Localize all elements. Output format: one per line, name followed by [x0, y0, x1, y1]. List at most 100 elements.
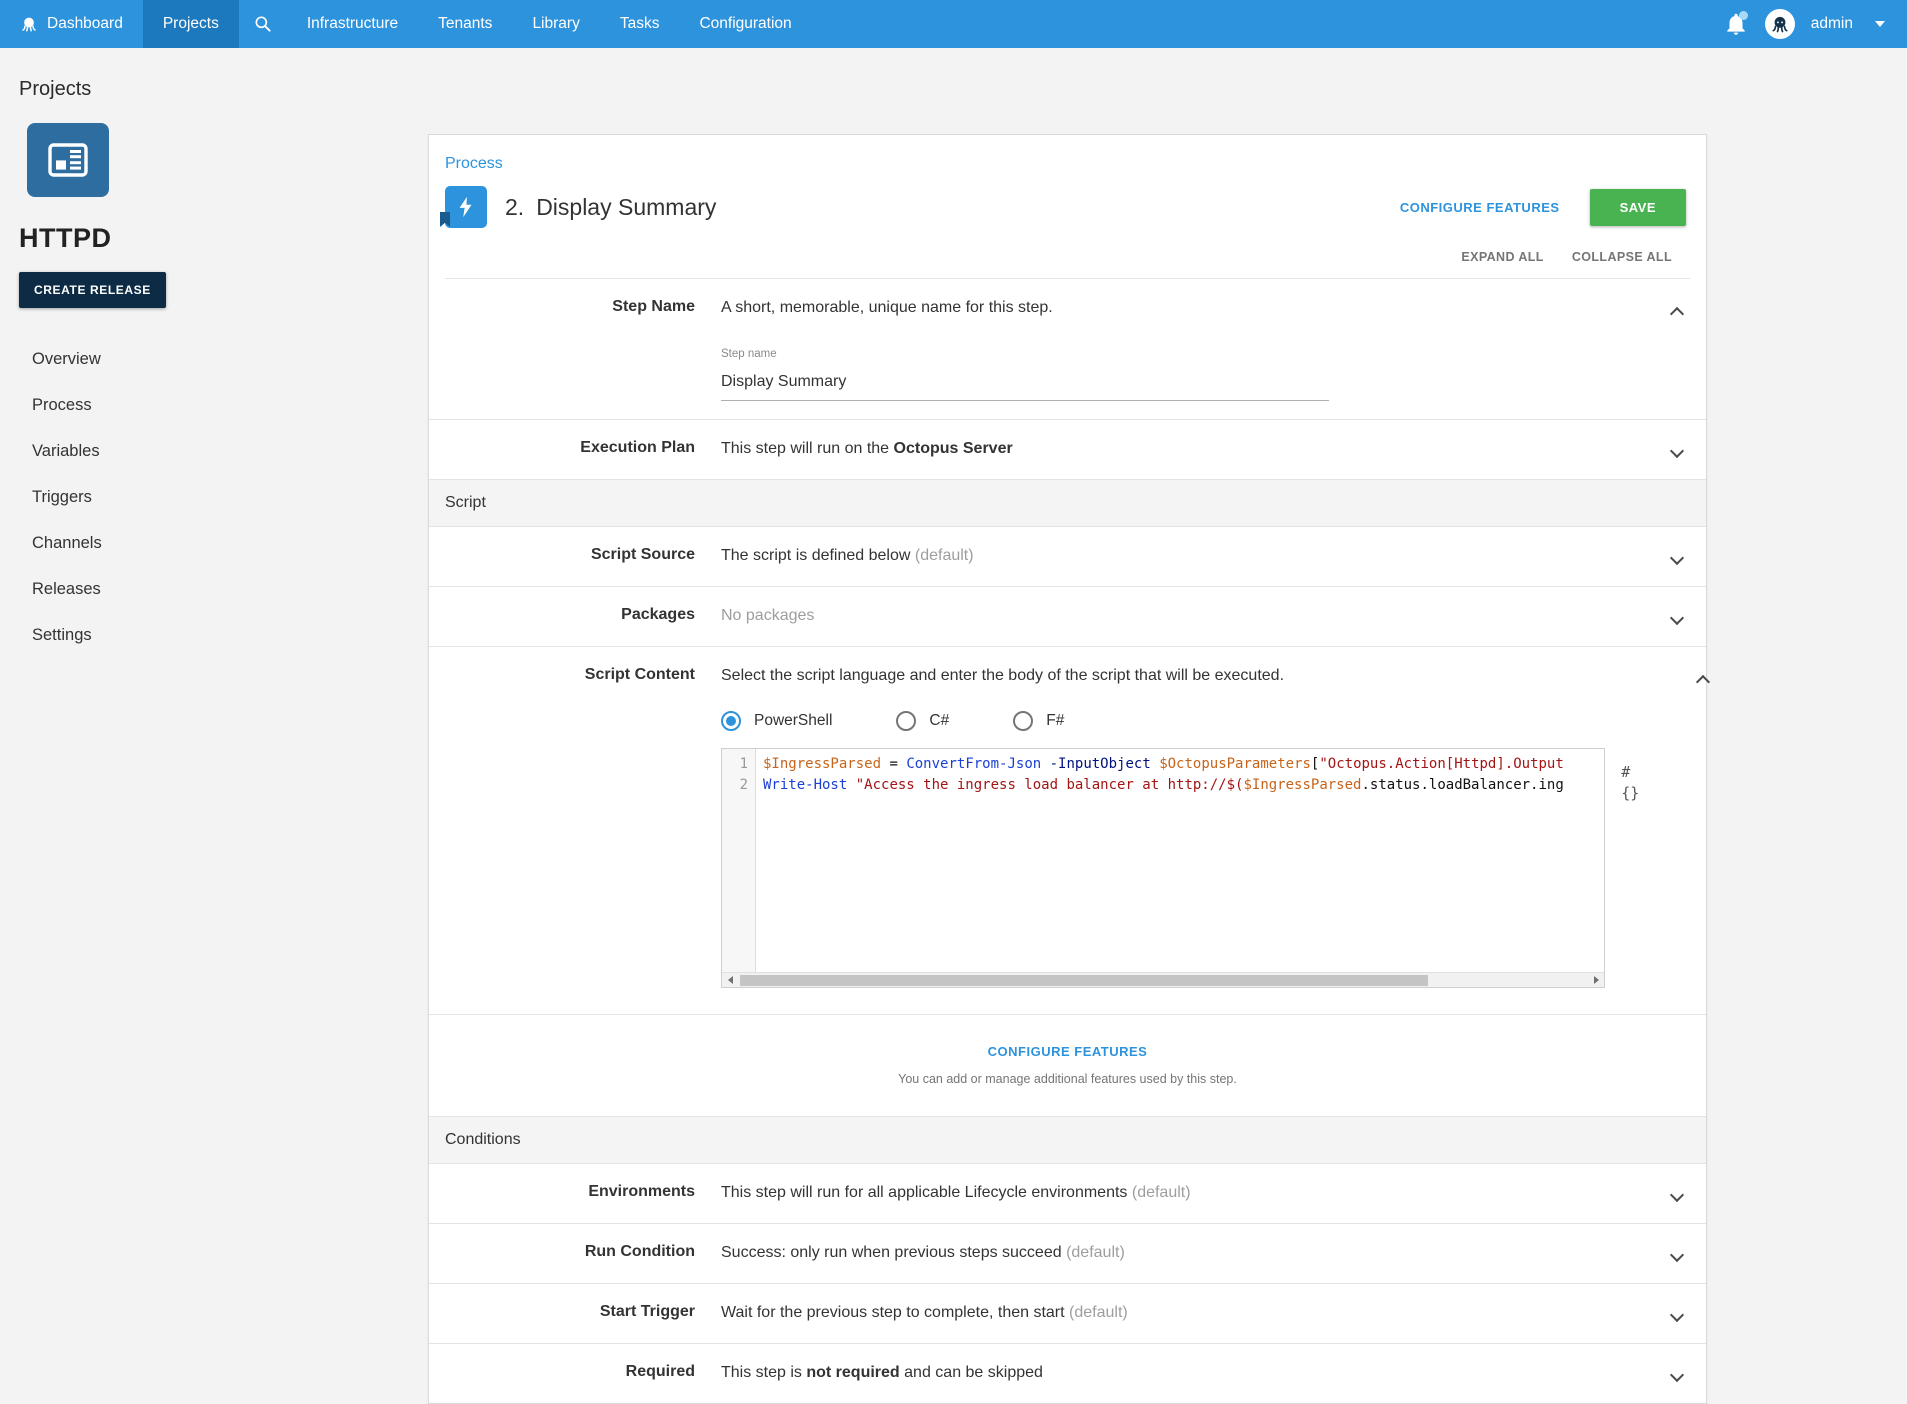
octopus-avatar-icon: [1772, 16, 1788, 33]
packages-expand-chevron-icon[interactable]: [1669, 605, 1685, 628]
sidebar-item-process[interactable]: Process: [19, 386, 428, 425]
start-trigger-desc: Wait for the previous step to complete, …: [721, 1304, 1128, 1321]
user-avatar[interactable]: [1764, 9, 1795, 39]
step-number: 2.: [505, 193, 525, 220]
start-trigger-row[interactable]: Start Trigger Wait for the previous step…: [429, 1284, 1706, 1344]
script-source-desc: The script is defined below (default): [721, 547, 974, 564]
code-area[interactable]: $IngressParsed = ConvertFrom-Json -Input…: [756, 749, 1604, 987]
collapse-all-button[interactable]: COLLAPSE ALL: [1572, 250, 1672, 264]
user-menu-caret-icon[interactable]: [1875, 21, 1885, 27]
environments-row[interactable]: Environments This step will run for all …: [429, 1164, 1706, 1224]
step-name-collapse-chevron-icon[interactable]: [1669, 297, 1685, 324]
radio-button-icon[interactable]: [721, 710, 741, 731]
expand-all-button[interactable]: EXPAND ALL: [1461, 250, 1543, 264]
configure-features-button[interactable]: CONFIGURE FEATURES: [1400, 200, 1560, 215]
step-name-desc: A short, memorable, unique name for this…: [721, 299, 1053, 316]
step-title: Display Summary: [536, 193, 717, 220]
environments-expand-chevron-icon[interactable]: [1669, 1182, 1685, 1205]
script-content-label: Script Content: [584, 666, 695, 683]
script-code-editor[interactable]: 12 $IngressParsed = ConvertFrom-Json -In…: [721, 748, 1606, 988]
run-condition-expand-chevron-icon[interactable]: [1669, 1242, 1685, 1265]
packages-row[interactable]: Packages No packages: [429, 587, 1706, 647]
required-expand-chevron-icon[interactable]: [1669, 1362, 1685, 1385]
radio-button-icon[interactable]: [896, 710, 917, 731]
card-header: Process 2. Display Summary CONFIGURE FEA…: [429, 135, 1706, 279]
step-icon-ribbon: [440, 212, 450, 227]
step-type-icon: [440, 186, 487, 228]
nav-item-label: Library: [532, 15, 580, 32]
conditions-section-header: Conditions: [429, 1117, 1706, 1164]
create-release-button[interactable]: CREATE RELEASE: [19, 272, 166, 308]
language-radio-fsharp[interactable]: F#: [1013, 710, 1064, 731]
save-button[interactable]: SAVE: [1589, 188, 1686, 226]
sidebar-nav: Overview Process Variables Triggers Channels…: [19, 340, 428, 655]
configure-features-hint: You can add or manage additional feature…: [898, 1072, 1237, 1086]
script-source-expand-chevron-icon[interactable]: [1669, 545, 1685, 568]
sidebar-item-overview[interactable]: Overview: [19, 340, 428, 379]
scrollbar-thumb[interactable]: [740, 974, 1429, 986]
sidebar-item-settings[interactable]: Settings: [19, 616, 428, 655]
configure-features-center-button[interactable]: CONFIGURE FEATURES: [988, 1044, 1148, 1059]
nav-item-infrastructure[interactable]: Infrastructure: [287, 0, 418, 48]
sidebar-item-channels[interactable]: Channels: [19, 524, 428, 563]
nav-item-tenants[interactable]: Tenants: [418, 0, 512, 48]
code-line: $IngressParsed = ConvertFrom-Json -Input…: [763, 756, 1564, 772]
notification-dot: [1738, 11, 1748, 20]
nav-item-label: Projects: [162, 15, 219, 32]
sidebar-item-triggers[interactable]: Triggers: [19, 478, 428, 517]
username-label[interactable]: admin: [1811, 15, 1853, 33]
line-number: 1: [739, 756, 748, 772]
octopus-icon: [22, 17, 36, 32]
process-step-card: Process 2. Display Summary CONFIGURE FEA…: [428, 134, 1711, 1404]
environments-desc: This step will run for all applicable Li…: [721, 1184, 1191, 1201]
insert-variable-button[interactable]: #{}: [1621, 762, 1648, 804]
code-line: Write-Host "Access the ingress load bala…: [763, 777, 1564, 793]
radio-label: C#: [929, 712, 950, 729]
script-content-collapse-chevron-icon[interactable]: [1695, 665, 1711, 692]
execution-plan-expand-chevron-icon[interactable]: [1669, 438, 1685, 461]
lightning-bolt-icon: [459, 196, 472, 218]
sidebar-item-releases[interactable]: Releases: [19, 570, 428, 609]
project-name: HTTPD: [19, 223, 112, 253]
page-title-bar: Projects: [0, 48, 1907, 123]
sidebar-item-variables[interactable]: Variables: [19, 432, 428, 471]
editor-horizontal-scrollbar[interactable]: [722, 972, 1605, 988]
line-number: 2: [739, 777, 748, 793]
nav-item-label: Configuration: [699, 15, 792, 32]
required-row[interactable]: Required This step is not required and c…: [429, 1344, 1706, 1403]
language-radio-csharp[interactable]: C#: [896, 710, 949, 731]
radio-label: PowerShell: [754, 712, 833, 729]
language-radio-powershell[interactable]: PowerShell: [721, 710, 832, 731]
nav-item-configuration[interactable]: Configuration: [679, 0, 811, 48]
scroll-right-arrow-icon[interactable]: [1588, 973, 1604, 988]
nav-item-tasks[interactable]: Tasks: [600, 0, 680, 48]
radio-button-icon[interactable]: [1013, 710, 1034, 731]
step-name-input[interactable]: [721, 369, 1329, 401]
top-navigation: Dashboard Projects Infrastructure Tenants Li…: [0, 0, 1907, 48]
script-source-label: Script Source: [590, 546, 695, 563]
radio-label: F#: [1046, 712, 1065, 729]
nav-item-label: Infrastructure: [306, 15, 399, 32]
script-content-desc: Select the script language and enter the…: [721, 667, 1285, 684]
notifications-bell-icon[interactable]: [1723, 11, 1749, 37]
code-line-numbers: 12: [722, 749, 756, 987]
script-content-row: Script Content Select the script languag…: [429, 647, 1711, 1015]
breadcrumb-process-link[interactable]: Process: [445, 155, 503, 173]
execution-plan-label: Execution Plan: [580, 439, 695, 456]
nav-item-search[interactable]: [239, 0, 287, 48]
script-source-row[interactable]: Script Source The script is defined belo…: [429, 527, 1706, 587]
run-condition-row[interactable]: Run Condition Success: only run when pre…: [429, 1224, 1706, 1284]
step-name-row[interactable]: Step Name A short, memorable, unique nam…: [429, 279, 1706, 420]
packages-label: Packages: [621, 606, 695, 623]
nav-item-library[interactable]: Library: [512, 0, 599, 48]
script-section-header: Script: [429, 480, 1706, 527]
nav-item-dashboard[interactable]: Dashboard: [0, 0, 143, 48]
nav-item-projects[interactable]: Projects: [142, 0, 239, 48]
script-language-radio-group: PowerShell C# F#: [721, 710, 1648, 731]
start-trigger-label: Start Trigger: [599, 1303, 695, 1320]
required-label: Required: [625, 1363, 695, 1380]
start-trigger-expand-chevron-icon[interactable]: [1669, 1302, 1685, 1325]
execution-plan-row[interactable]: Execution Plan This step will run on the…: [429, 420, 1706, 480]
nav-item-label: Dashboard: [47, 15, 123, 32]
scroll-left-arrow-icon[interactable]: [722, 973, 738, 988]
